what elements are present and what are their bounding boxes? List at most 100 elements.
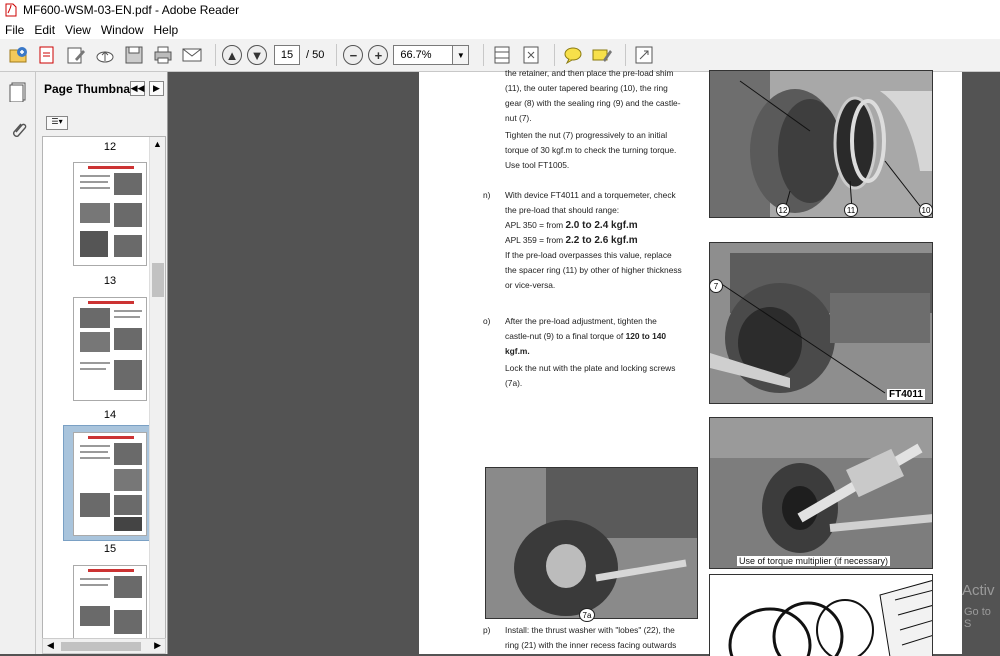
menu-file[interactable]: File: [0, 23, 29, 37]
intro-paragraph: the retainer, and then place the pre-loa…: [505, 66, 705, 173]
thumbnail-label: 15: [103, 543, 117, 555]
figure-rings: [709, 574, 933, 656]
zoom-level-input[interactable]: 66.7%: [393, 45, 454, 65]
print-icon[interactable]: [151, 43, 175, 67]
figure-torque-multiplier: [709, 417, 933, 569]
locking-plate-photo: [486, 468, 697, 618]
thumbnail-label: 13: [103, 275, 117, 287]
scrollbar-thumb[interactable]: [152, 263, 164, 297]
toolbar-divider: [554, 44, 556, 66]
zoom-out-icon[interactable]: −: [343, 45, 364, 65]
toolbar-divider: [336, 44, 338, 66]
save-icon[interactable]: [122, 43, 146, 67]
thumbnail-label: 14: [103, 409, 117, 421]
email-icon[interactable]: [180, 43, 204, 67]
horizontal-scrollbar[interactable]: ◀ ▶: [42, 638, 166, 654]
open-icon[interactable]: [6, 43, 30, 67]
toolbar-divider: [625, 44, 627, 66]
step-marker: o): [483, 316, 491, 326]
hide-panel-icon[interactable]: ▶: [149, 81, 164, 96]
window-title: MF600-WSM-03-EN.pdf - Adobe Reader: [23, 3, 240, 17]
thumbnail-list: 12 13 14 15 ▲: [42, 136, 166, 654]
activation-watermark: Activ: [962, 582, 995, 599]
page-number-input[interactable]: 15: [274, 45, 300, 65]
edit-icon[interactable]: [64, 43, 88, 67]
toolbar-divider: [483, 44, 485, 66]
figure-hub-bearing: [709, 70, 933, 218]
figure-label: FT4011: [887, 389, 925, 400]
create-pdf-icon[interactable]: [35, 43, 59, 67]
thumbnail-page[interactable]: [73, 432, 147, 536]
page-total: / 50: [306, 49, 325, 61]
step-n-text: With device FT4011 and a torquemeter, ch…: [505, 188, 705, 293]
spec-line: APL 350 = from 2.0 to 2.4 kgf.m: [505, 220, 638, 231]
thumbnail-scrollbar[interactable]: ▲ ▼: [149, 137, 165, 653]
highlight-icon[interactable]: [590, 43, 614, 67]
document-view[interactable]: the retainer, and then place the pre-loa…: [168, 68, 1000, 656]
text-line: Lock the nut with the plate and locking …: [505, 363, 676, 373]
navigation-strip: [0, 72, 36, 654]
next-page-icon[interactable]: ▼: [247, 45, 267, 65]
callout-7a: 7a: [579, 608, 595, 622]
spec-line: APL 359 = from 2.2 to 2.6 kgf.m: [505, 235, 638, 246]
figure-ft4011: [709, 242, 933, 404]
text-line: or vice-versa.: [505, 280, 556, 290]
text-line: ring (21) with the inner recess facing o…: [505, 640, 677, 650]
activation-watermark-sub: Go to S: [964, 606, 991, 630]
attachment-icon[interactable]: [9, 120, 27, 145]
page-thumbnails-icon[interactable]: [9, 82, 27, 107]
options-menu-icon[interactable]: ☰▾: [46, 116, 68, 130]
menu-window[interactable]: Window: [96, 23, 149, 37]
thumbnail-label: 12: [103, 141, 117, 153]
title-bar: MF600-WSM-03-EN.pdf - Adobe Reader: [0, 0, 1000, 20]
text-line: nut (7).: [505, 113, 532, 123]
callout-10: 10: [919, 203, 933, 217]
text-line: the retainer, and then place the pre-loa…: [505, 68, 674, 78]
fit-width-icon[interactable]: [490, 43, 514, 67]
toolbar: ▲ ▼ 15 / 50 − + 66.7% ▼: [0, 39, 1000, 72]
text-line: torque of 30 kgf.m to check the turning …: [505, 145, 677, 155]
callout-12: 12: [776, 203, 790, 217]
scroll-up-icon[interactable]: ▲: [153, 139, 162, 149]
fit-page-icon[interactable]: [519, 43, 543, 67]
collapse-panel-icon[interactable]: ◀◀: [130, 81, 145, 96]
comment-icon[interactable]: [561, 43, 585, 67]
upload-cloud-icon[interactable]: [93, 43, 117, 67]
thumbnail-page[interactable]: [73, 297, 147, 401]
callout-11: 11: [844, 203, 858, 217]
previous-page-icon[interactable]: ▲: [222, 45, 242, 65]
text-line: gear (8) with the sealing ring (9) and t…: [505, 98, 681, 108]
menu-help[interactable]: Help: [149, 23, 184, 37]
hub-bearing-photo: [710, 71, 932, 217]
thumbnail-page[interactable]: [73, 162, 147, 266]
panel-title: Page Thumbnails: [44, 82, 144, 96]
zoom-dropdown-icon[interactable]: ▼: [453, 45, 470, 65]
torque-multiplier-photo: [710, 418, 932, 568]
expand-icon[interactable]: [632, 43, 656, 67]
text-line: the spacer ring (11) by other of higher …: [505, 265, 682, 275]
ft4011-photo: [710, 243, 932, 403]
figure-caption: Use of torque multiplier (if necessary): [737, 556, 891, 566]
menu-edit[interactable]: Edit: [29, 23, 60, 37]
menu-view[interactable]: View: [60, 23, 96, 37]
text-line: After the pre-load adjustment, tighten t…: [505, 316, 657, 326]
text-line: castle-nut (9) to a final torque of 120 …: [505, 331, 667, 341]
figure-locking-plate: [485, 467, 698, 619]
callout-7: 7: [709, 279, 723, 293]
menu-bar: File Edit View Window Help: [0, 20, 1000, 39]
zoom-in-icon[interactable]: +: [368, 45, 389, 65]
toolbar-divider: [215, 44, 216, 66]
pdf-page: the retainer, and then place the pre-loa…: [419, 68, 962, 656]
spec-value: 2.2 to 2.6 kgf.m: [565, 235, 638, 246]
text-line: If the pre-load overpasses this value, r…: [505, 250, 672, 260]
spec-value: 2.0 to 2.4 kgf.m: [565, 220, 638, 231]
text-line: kgf.m.: [505, 346, 530, 356]
step-marker: n): [483, 190, 491, 200]
text-line: Use tool FT1005.: [505, 160, 570, 170]
text-line: With device FT4011 and a torquemeter, ch…: [505, 190, 676, 200]
step-marker: p): [483, 625, 491, 635]
pdf-file-icon: [4, 3, 18, 17]
text-line: (7a).: [505, 378, 523, 388]
text-line: Install: the thrust washer with "lobes" …: [505, 625, 675, 635]
rings-drawing: [710, 575, 932, 656]
